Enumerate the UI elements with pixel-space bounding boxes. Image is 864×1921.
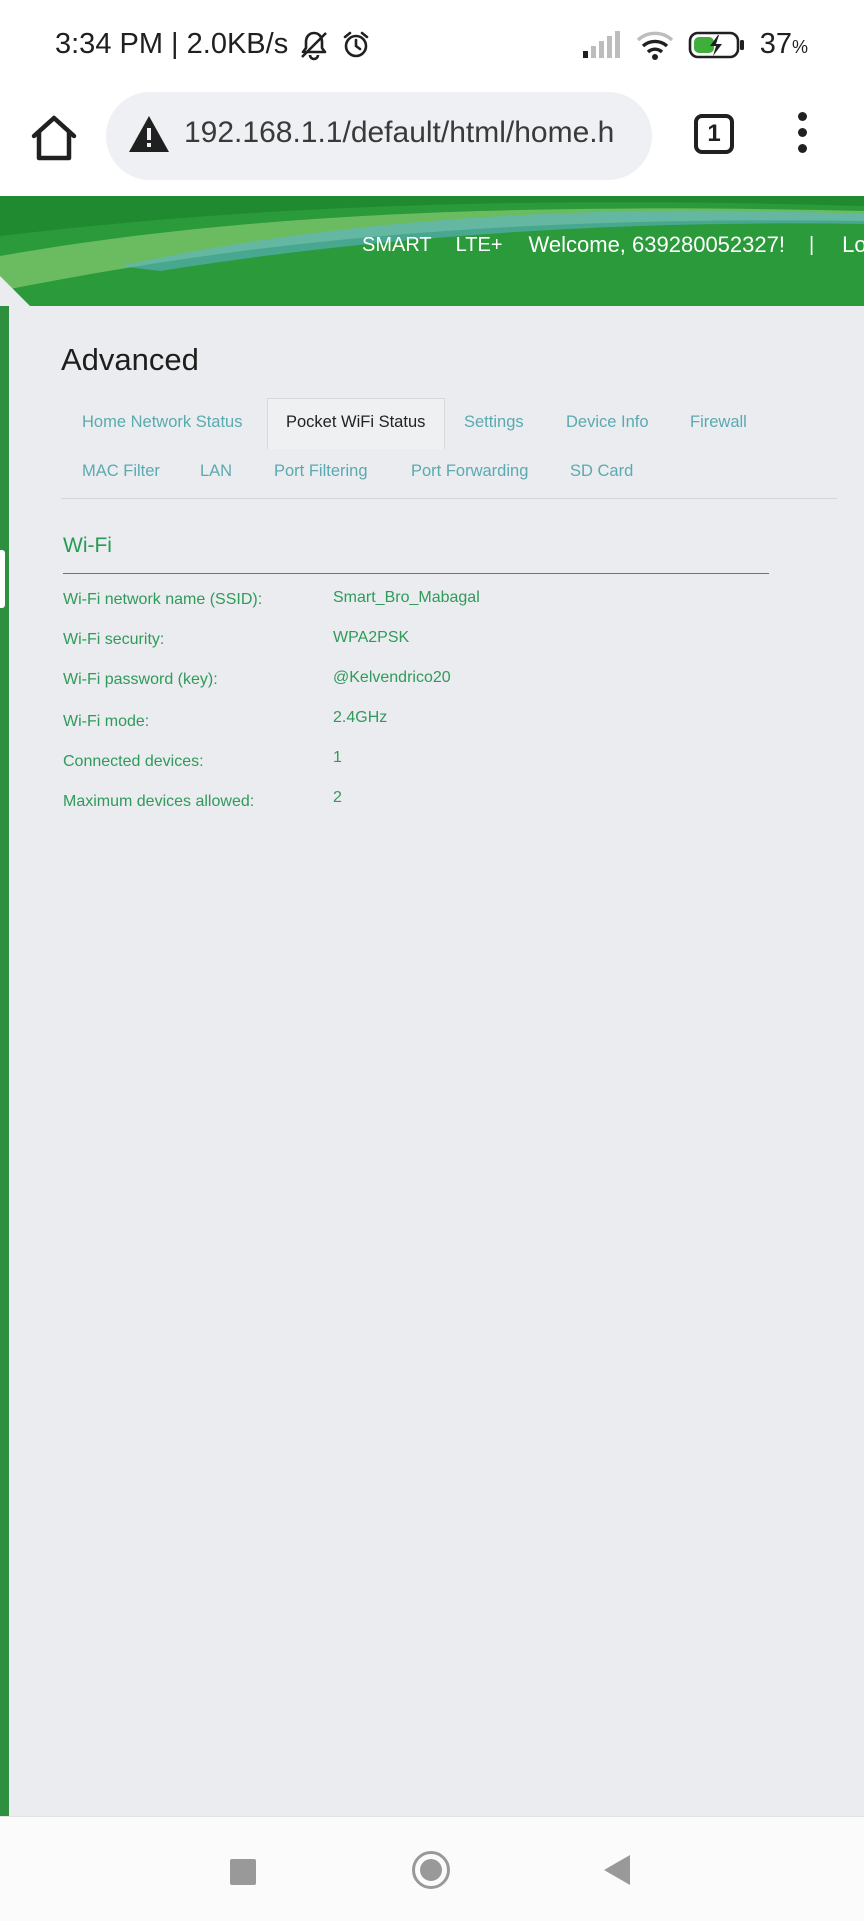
tab-firewall[interactable]: Firewall xyxy=(690,413,747,432)
side-handle[interactable] xyxy=(0,550,5,608)
wifi-mode-label: Wi-Fi mode: xyxy=(63,713,150,730)
connected-devices-label: Connected devices: xyxy=(63,753,204,770)
back-button[interactable] xyxy=(604,1855,630,1885)
tab-pocket-wifi-status[interactable]: Pocket WiFi Status xyxy=(286,413,425,432)
max-devices-value: 2 xyxy=(333,789,342,806)
logout-link[interactable]: Logou xyxy=(842,232,864,258)
tabs-divider xyxy=(61,498,837,499)
signal-icon xyxy=(582,30,620,58)
welcome-text: Welcome, 639280052327! xyxy=(528,232,785,257)
brand-label: SMART xyxy=(362,233,432,256)
header-separator: | xyxy=(808,233,815,256)
wifi-section-divider xyxy=(63,573,769,574)
tab-settings[interactable]: Settings xyxy=(464,413,524,432)
wifi-icon xyxy=(636,31,673,60)
header-nav: SMART LTE+ Welcome, 639280052327! | Logo… xyxy=(362,232,864,258)
status-bar: 3:34 PM | 2.0KB/s 37% xyxy=(0,0,864,92)
recents-button[interactable] xyxy=(230,1859,256,1885)
alarm-icon xyxy=(343,31,369,57)
connected-devices-value: 1 xyxy=(333,749,342,766)
tab-lan[interactable]: LAN xyxy=(200,462,232,481)
bell-muted-icon xyxy=(301,31,328,60)
status-left: 3:34 PM | 2.0KB/s xyxy=(55,28,372,61)
main-content: Advanced Home Network Status Pocket WiFi… xyxy=(9,306,864,1816)
wifi-section-title: Wi-Fi xyxy=(63,534,112,557)
tab-device-info[interactable]: Device Info xyxy=(566,413,649,432)
browser-toolbar: 192.168.1.1/default/html/home.h 1 xyxy=(0,92,864,196)
battery-charging-icon xyxy=(688,31,744,58)
left-accent-bar xyxy=(0,306,9,1816)
ssid-value: Smart_Bro_Mabagal xyxy=(333,589,480,606)
tab-sd-card[interactable]: SD Card xyxy=(570,462,633,481)
security-value: WPA2PSK xyxy=(333,629,410,646)
status-right: 37% xyxy=(582,28,808,61)
password-label: Wi-Fi password (key): xyxy=(63,671,218,688)
tab-port-forwarding[interactable]: Port Forwarding xyxy=(411,462,528,481)
url-text[interactable]: 192.168.1.1/default/html/home.h xyxy=(184,116,614,150)
tab-mac-filter[interactable]: MAC Filter xyxy=(82,462,160,481)
more-vert-icon[interactable] xyxy=(792,112,812,160)
tab-home-network-status[interactable]: Home Network Status xyxy=(82,413,242,432)
url-bar[interactable]: 192.168.1.1/default/html/home.h xyxy=(106,92,652,180)
system-nav-bar xyxy=(0,1816,864,1921)
home-nav-button[interactable] xyxy=(412,1851,450,1889)
page-title: Advanced xyxy=(61,342,199,377)
max-devices-label: Maximum devices allowed: xyxy=(63,793,255,810)
ssid-label: Wi-Fi network name (SSID): xyxy=(63,591,263,608)
site-header: SMART LTE+ Welcome, 639280052327! | Logo… xyxy=(0,196,864,306)
password-value: @Kelvendrico20 xyxy=(333,669,451,686)
security-label: Wi-Fi security: xyxy=(63,631,165,648)
network-type: LTE+ xyxy=(455,233,503,256)
tabs-icon[interactable]: 1 xyxy=(694,114,734,154)
tab-port-filtering[interactable]: Port Filtering xyxy=(274,462,368,481)
wifi-mode-value: 2.4GHz xyxy=(333,709,388,726)
status-time-speed: 3:34 PM | 2.0KB/s xyxy=(55,28,289,60)
home-icon[interactable] xyxy=(28,112,80,164)
warning-icon[interactable] xyxy=(128,114,170,154)
battery-percent: 37% xyxy=(759,28,808,60)
